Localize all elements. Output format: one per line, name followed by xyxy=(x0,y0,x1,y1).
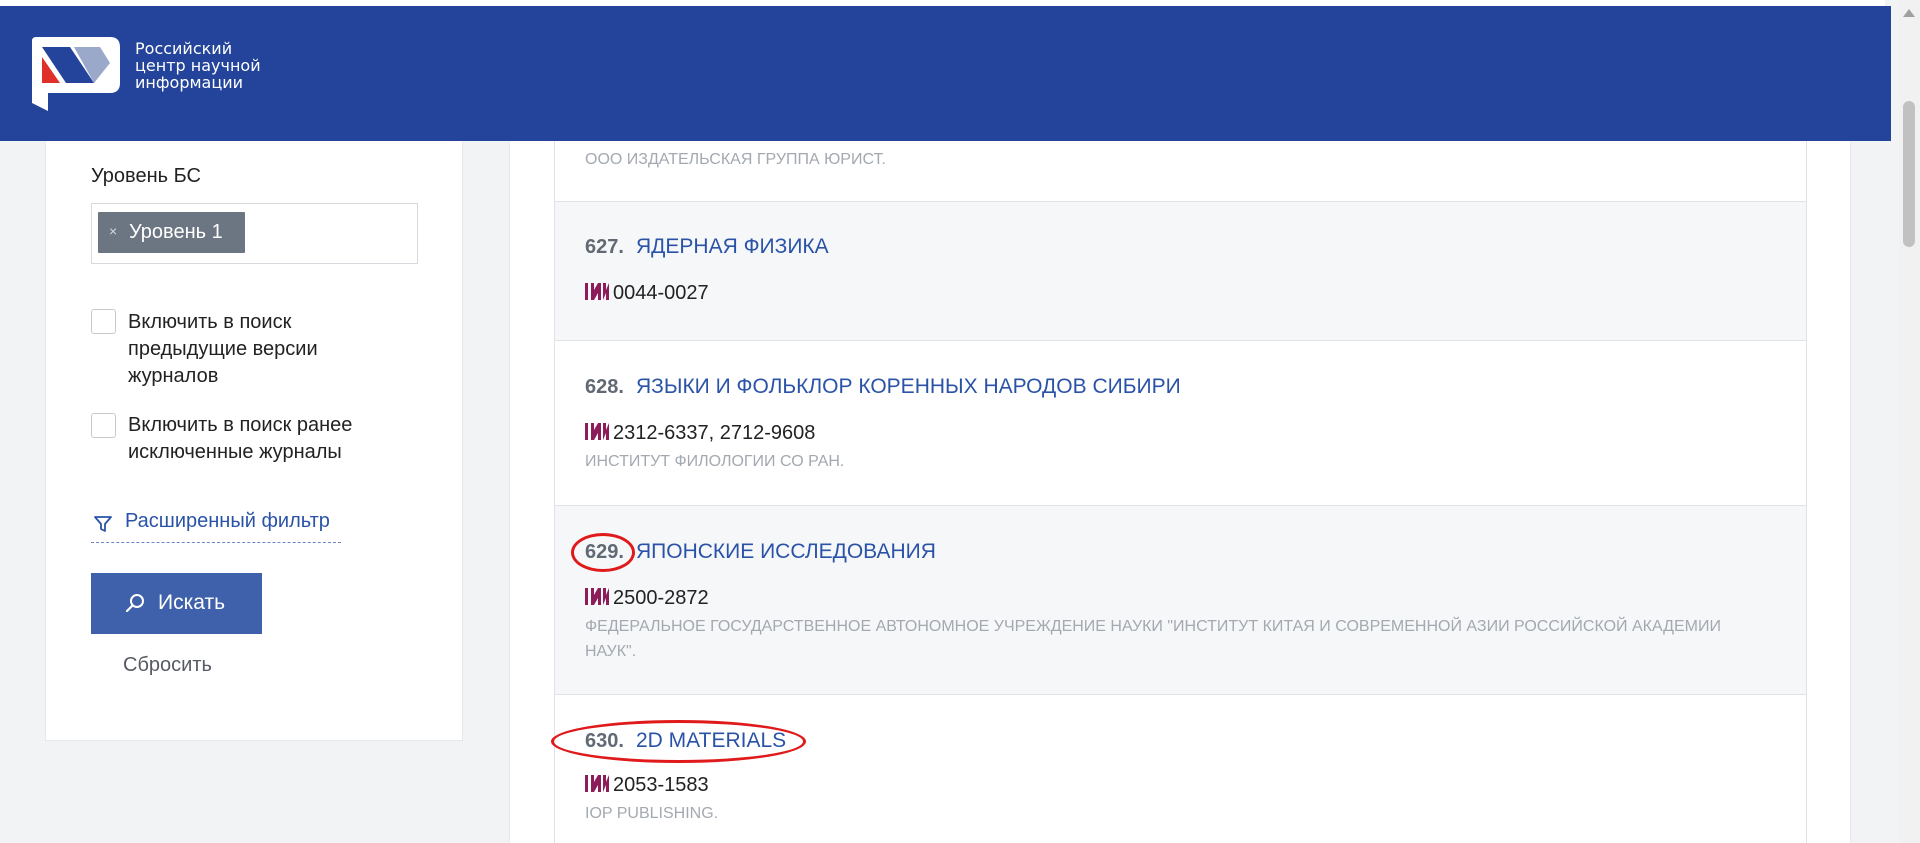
journal-title-link[interactable]: ЯЗЫКИ И ФОЛЬКЛОР КОРЕННЫХ НАРОДОВ СИБИРИ xyxy=(636,375,1181,399)
logo-icon[interactable] xyxy=(30,35,122,115)
search-button-label: Искать xyxy=(158,591,226,614)
publisher-name: ИНСТИТУТ ФИЛОЛОГИИ СО РАН. xyxy=(585,453,845,470)
issn-icon xyxy=(585,775,609,792)
bs-level-label: Уровень БС xyxy=(91,165,201,187)
journal-issn: 2053-1583 xyxy=(585,774,709,797)
journal-number: 627. xyxy=(585,236,624,258)
journal-row: 628. ЯЗЫКИ И ФОЛЬКЛОР КОРЕННЫХ НАРОДОВ С… xyxy=(555,341,1806,506)
scrollbar-thumb[interactable] xyxy=(1903,101,1915,247)
annotation-circle-630 xyxy=(551,720,806,763)
brand-name: Российский центр научной информации xyxy=(135,40,261,91)
bs-level-tag: × Уровень 1 xyxy=(98,212,245,253)
journal-number: 628. xyxy=(585,376,624,398)
journal-row: 630. 2D MATERIALS 2053-1583 IOP PUBLISHI… xyxy=(555,695,1806,843)
advanced-filter-label: Расширенный фильтр xyxy=(125,510,330,532)
issn-value: 0044-0027 xyxy=(613,282,709,304)
search-icon xyxy=(125,594,144,613)
journal-issn: 0044-0027 xyxy=(585,282,709,305)
journal-row: 629. ЯПОНСКИЕ ИССЛЕДОВАНИЯ 2500-2872 ФЕД… xyxy=(555,506,1806,695)
journal-title-link[interactable]: ЯПОНСКИЕ ИССЛЕДОВАНИЯ xyxy=(636,540,936,564)
search-button[interactable]: Искать xyxy=(91,573,262,634)
issn-value: 2053-1583 xyxy=(613,774,709,796)
close-icon[interactable]: × xyxy=(109,223,117,239)
issn-icon xyxy=(585,423,609,440)
issn-value: 2500-2872 xyxy=(613,587,709,609)
issn-icon xyxy=(585,283,609,300)
publisher-name: ФЕДЕРАЛЬНОЕ ГОСУДАРСТВЕННОЕ АВТОНОМНОЕ У… xyxy=(585,618,1721,660)
brand-line-3: информации xyxy=(135,73,244,92)
journal-issn: 2500-2872 xyxy=(585,587,709,610)
site-header: Российский центр научной информации xyxy=(0,6,1891,141)
journal-row-partial: ООО ИЗДАТЕЛЬСКАЯ ГРУППА ЮРИСТ. xyxy=(555,141,1806,202)
checkbox-excluded-journals-label: Включить в поиск ранее исключенные журна… xyxy=(128,414,353,463)
checkbox-previous-versions-label: Включить в поиск предыдущие версии журна… xyxy=(128,311,318,387)
journal-title-link[interactable]: ЯДЕРНАЯ ФИЗИКА xyxy=(636,235,829,259)
reset-link[interactable]: Сбросить xyxy=(123,654,212,677)
checkbox-excluded-journals[interactable] xyxy=(91,413,116,438)
checkbox-previous-versions[interactable] xyxy=(91,309,116,334)
brand-line-2: центр научной xyxy=(135,56,261,75)
filter-icon xyxy=(94,516,112,532)
scroll-up-icon[interactable] xyxy=(1903,9,1915,17)
annotation-circle-629 xyxy=(571,533,635,572)
advanced-filter-link[interactable]: Расширенный фильтр xyxy=(91,507,341,543)
publisher-name: IOP PUBLISHING. xyxy=(585,805,719,822)
publisher-name: ООО ИЗДАТЕЛЬСКАЯ ГРУППА ЮРИСТ. xyxy=(585,151,886,168)
journal-issn: 2312-6337, 2712-9608 xyxy=(585,422,815,445)
issn-value: 2312-6337, 2712-9608 xyxy=(613,422,816,444)
bs-level-tag-label: Уровень 1 xyxy=(129,221,223,243)
brand-line-1: Российский xyxy=(135,39,233,58)
journal-row: 627. ЯДЕРНАЯ ФИЗИКА 0044-0027 xyxy=(555,202,1806,341)
issn-icon xyxy=(585,588,609,605)
